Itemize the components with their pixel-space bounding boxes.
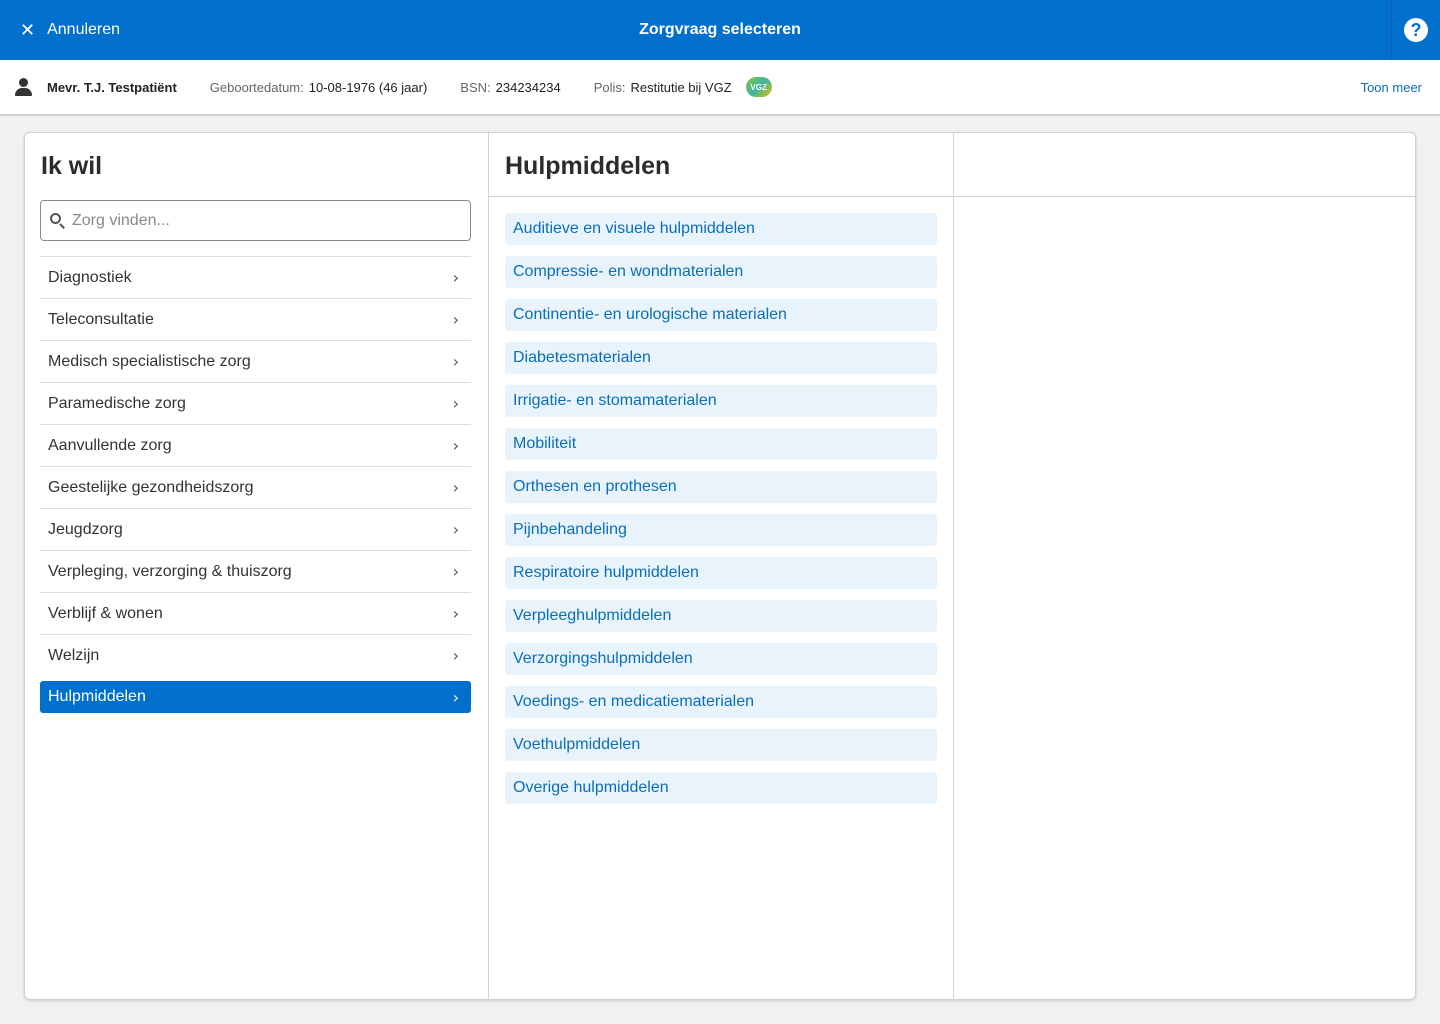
dob-value: 10-08-1976 (46 jaar) — [308, 79, 428, 95]
category-column: Ik wil Diagnostiek›Teleconsultatie›Medis… — [25, 133, 488, 999]
top-bar: ✕ Annuleren Zorgvraag selecteren ? — [0, 0, 1440, 60]
help-icon: ? — [1404, 18, 1428, 42]
dob-label: Geboortedatum: — [209, 79, 304, 95]
chevron-right-icon: › — [452, 520, 459, 539]
category-item[interactable]: Welzijn › — [40, 634, 471, 676]
category-item[interactable]: Verpleging, verzorging & thuiszorg › — [40, 550, 471, 592]
category-item[interactable]: Teleconsultatie › — [40, 298, 471, 340]
category-item-label: Jeugdzorg — [48, 520, 123, 538]
category-item-label: Medisch specialistische zorg — [48, 352, 251, 370]
page-title: Zorgvraag selecteren — [639, 21, 801, 38]
chevron-right-icon: › — [452, 646, 459, 665]
category-item-label: Diagnostiek — [48, 268, 132, 286]
subcategory-link[interactable]: Voedings- en medicatiematerialen — [505, 686, 937, 718]
patient-name: Mevr. T.J. Testpatiënt — [47, 79, 177, 95]
patient-dob: Geboortedatum: 10-08-1976 (46 jaar) — [210, 80, 427, 95]
category-item[interactable]: Jeugdzorg › — [40, 508, 471, 550]
chevron-right-icon: › — [452, 352, 459, 371]
subcategory-link[interactable]: Voethulpmiddelen — [505, 729, 937, 761]
bsn-label: BSN: — [460, 79, 491, 95]
chevron-right-icon: › — [452, 478, 459, 497]
category-item[interactable]: Geestelijke gezondheidszorg › — [40, 466, 471, 508]
subcategory-link[interactable]: Compressie- en wondmaterialen — [505, 256, 937, 288]
polis-label: Polis: — [593, 79, 626, 95]
column-divider — [954, 196, 1415, 197]
subcategory-link[interactable]: Continentie- en urologische materialen — [505, 299, 937, 331]
category-item[interactable]: Aanvullende zorg › — [40, 424, 471, 466]
category-item-label: Welzijn — [48, 646, 100, 664]
help-button[interactable]: ? — [1391, 0, 1440, 60]
patient-bar: Mevr. T.J. Testpatiënt Geboortedatum: 10… — [0, 60, 1440, 116]
subcategory-link[interactable]: Orthesen en prothesen — [505, 471, 937, 503]
polis-value: Restitutie bij VGZ — [630, 79, 732, 95]
chevron-right-icon: › — [452, 268, 459, 287]
category-item-label: Verpleging, verzorging & thuiszorg — [48, 562, 292, 580]
chevron-right-icon: › — [452, 687, 459, 707]
subcategory-link[interactable]: Mobiliteit — [505, 428, 937, 460]
detail-column — [953, 133, 1415, 999]
subcategory-column: Hulpmiddelen Auditieve en visuele hulpmi… — [488, 133, 953, 999]
category-item-label: Hulpmiddelen — [48, 688, 146, 705]
column-divider — [489, 196, 953, 197]
category-item-label: Aanvullende zorg — [48, 436, 172, 454]
category-item[interactable]: Medisch specialistische zorg › — [40, 340, 471, 382]
category-item-label: Teleconsultatie — [48, 310, 154, 328]
chevron-right-icon: › — [452, 394, 459, 413]
chevron-right-icon: › — [452, 562, 459, 581]
category-list: Diagnostiek › Teleconsultatie › Medisch spec… — [40, 256, 471, 713]
category-item[interactable]: Verblijf & wonen › — [40, 592, 471, 634]
insurer-logo: VGZ — [745, 77, 772, 97]
patient-bsn: BSN: 234234234 — [460, 80, 560, 95]
chevron-right-icon: › — [452, 436, 459, 455]
category-heading: Ik wil — [41, 152, 103, 180]
chevron-right-icon: › — [452, 310, 459, 329]
subcategory-link[interactable]: Overige hulpmiddelen — [505, 772, 937, 804]
subcategory-link[interactable]: Pijnbehandeling — [505, 514, 937, 546]
category-item[interactable]: Diagnostiek › — [40, 256, 471, 298]
category-item[interactable]: Hulpmiddelen › — [40, 681, 471, 713]
show-more-link[interactable]: Toon meer — [1361, 80, 1422, 95]
subcategory-link[interactable]: Verpleeghulpmiddelen — [505, 600, 937, 632]
subcategory-list: Auditieve en visuele hulpmiddelen Compres… — [505, 213, 937, 815]
bsn-value: 234234234 — [495, 79, 561, 95]
person-icon — [15, 78, 32, 96]
search-input[interactable] — [72, 211, 462, 230]
patient-polis: Polis: Restitutie bij VGZ VGZ — [594, 77, 772, 97]
search-field[interactable] — [40, 200, 471, 241]
category-item[interactable]: Paramedische zorg › — [40, 382, 471, 424]
category-item-label: Geestelijke gezondheidszorg — [48, 478, 254, 496]
subcategory-link[interactable]: Irrigatie- en stomamaterialen — [505, 385, 937, 417]
subcategory-heading: Hulpmiddelen — [505, 152, 671, 180]
subcategory-link[interactable]: Respiratoire hulpmiddelen — [505, 557, 937, 589]
search-icon — [50, 213, 65, 229]
care-selection-panel: Ik wil Diagnostiek›Teleconsultatie›Medis… — [24, 132, 1416, 1000]
subcategory-link[interactable]: Verzorgingshulpmiddelen — [505, 643, 937, 675]
category-item-label: Paramedische zorg — [48, 394, 186, 412]
subcategory-link[interactable]: Diabetesmaterialen — [505, 342, 937, 374]
chevron-right-icon: › — [452, 604, 459, 623]
subcategory-link[interactable]: Auditieve en visuele hulpmiddelen — [505, 213, 937, 245]
category-item-label: Verblijf & wonen — [48, 604, 163, 622]
